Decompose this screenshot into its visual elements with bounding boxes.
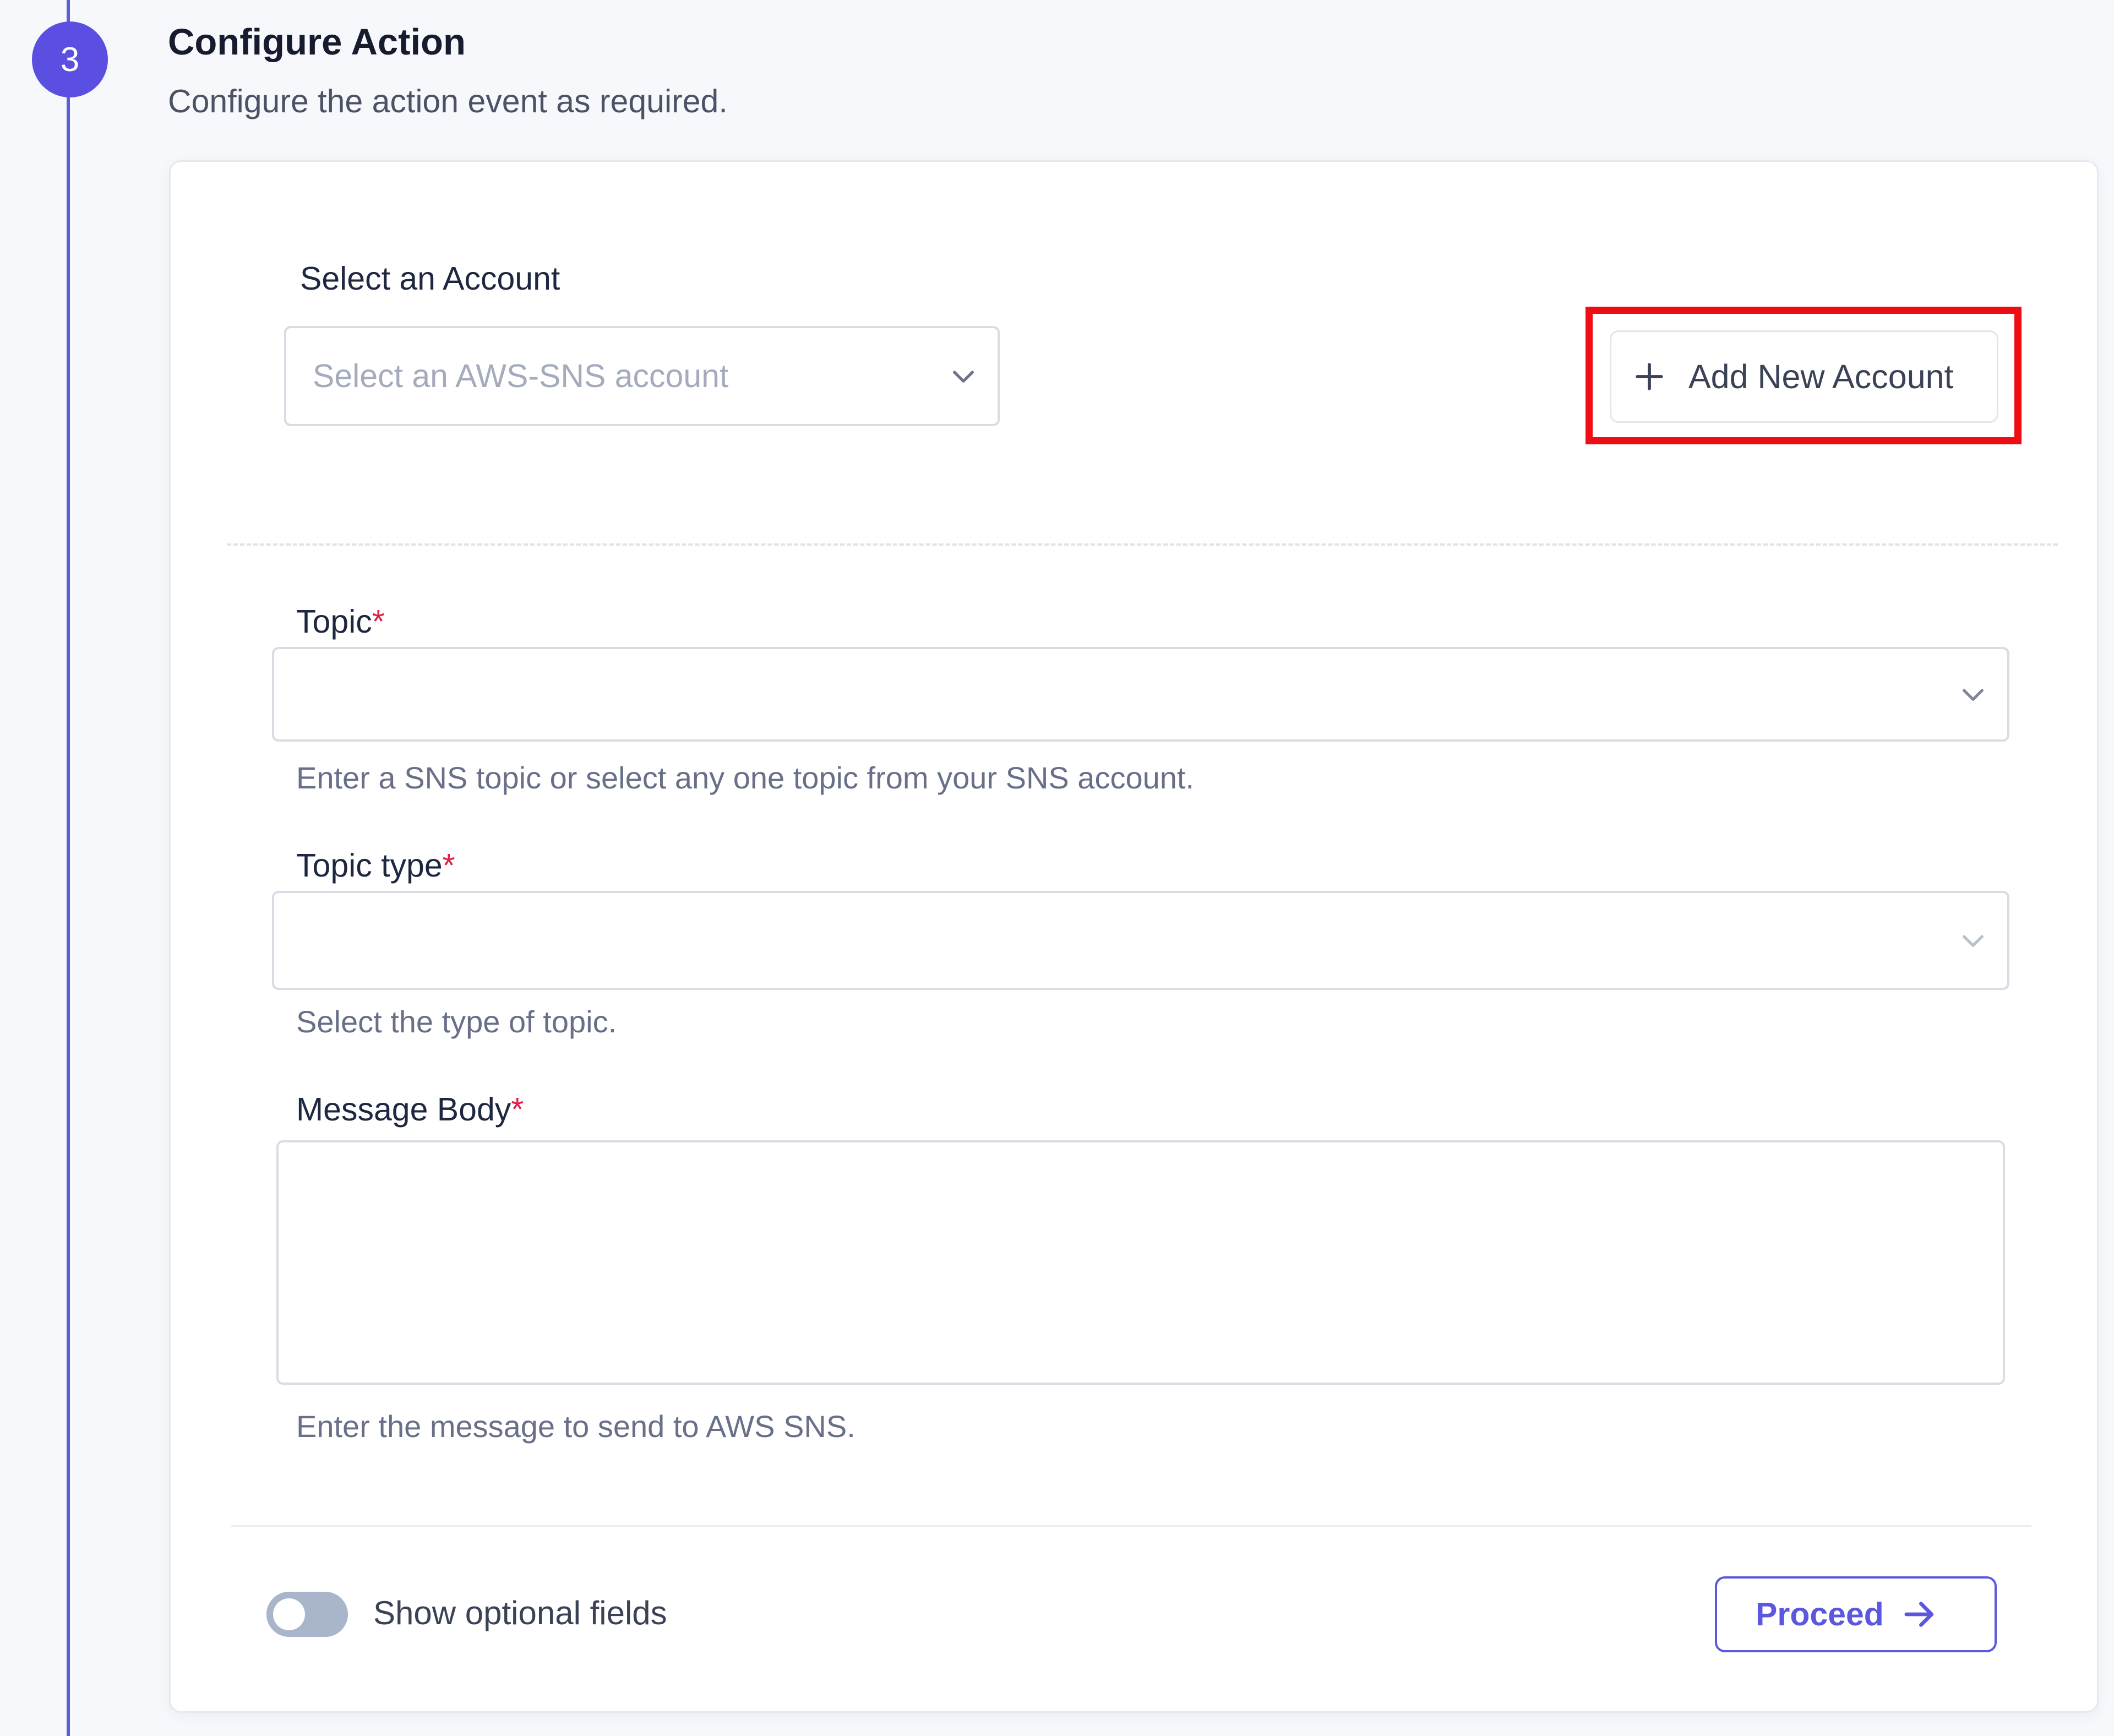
required-mark: * bbox=[511, 1091, 524, 1128]
message-body-textarea[interactable] bbox=[276, 1140, 2005, 1385]
step-title: Configure Action bbox=[168, 21, 466, 63]
topic-type-helper-text: Select the type of topic. bbox=[296, 1004, 617, 1039]
show-optional-fields-label: Show optional fields bbox=[373, 1594, 667, 1631]
arrow-right-icon bbox=[1904, 1602, 1934, 1627]
page: 3 Configure Action Configure the action … bbox=[0, 0, 2114, 1736]
message-body-label: Message Body* bbox=[296, 1091, 524, 1128]
plus-icon bbox=[1636, 363, 1663, 390]
required-mark: * bbox=[442, 847, 455, 884]
account-select[interactable]: Select an AWS-SNS account bbox=[284, 326, 1000, 426]
topic-type-select[interactable] bbox=[272, 891, 2009, 990]
section-divider bbox=[227, 543, 2058, 546]
footer-divider bbox=[231, 1525, 2031, 1527]
account-select-placeholder: Select an AWS-SNS account bbox=[313, 358, 729, 394]
step-progress-line bbox=[67, 0, 70, 1736]
topic-label: Topic* bbox=[296, 603, 385, 640]
step-number-badge: 3 bbox=[32, 21, 108, 97]
message-body-helper-text: Enter the message to send to AWS SNS. bbox=[296, 1409, 856, 1444]
add-new-account-label: Add New Account bbox=[1688, 358, 1954, 395]
show-optional-fields-toggle[interactable] bbox=[266, 1592, 348, 1637]
proceed-button[interactable]: Proceed bbox=[1715, 1576, 1997, 1652]
add-new-account-button[interactable]: Add New Account bbox=[1610, 330, 1998, 423]
account-select-label: Select an Account bbox=[300, 260, 560, 297]
chevron-down-icon bbox=[1963, 935, 1984, 947]
message-body-label-text: Message Body bbox=[296, 1091, 511, 1128]
chevron-down-icon bbox=[1963, 689, 1984, 701]
required-mark: * bbox=[372, 603, 385, 640]
proceed-button-label: Proceed bbox=[1756, 1596, 1884, 1632]
step-subtitle: Configure the action event as required. bbox=[168, 83, 728, 119]
chevron-down-icon bbox=[953, 371, 974, 383]
topic-type-label-text: Topic type bbox=[296, 847, 443, 884]
toggle-knob bbox=[273, 1598, 305, 1630]
topic-select[interactable] bbox=[272, 647, 2009, 742]
topic-helper-text: Enter a SNS topic or select any one topi… bbox=[296, 760, 1194, 795]
topic-label-text: Topic bbox=[296, 603, 372, 640]
topic-type-label: Topic type* bbox=[296, 847, 455, 884]
